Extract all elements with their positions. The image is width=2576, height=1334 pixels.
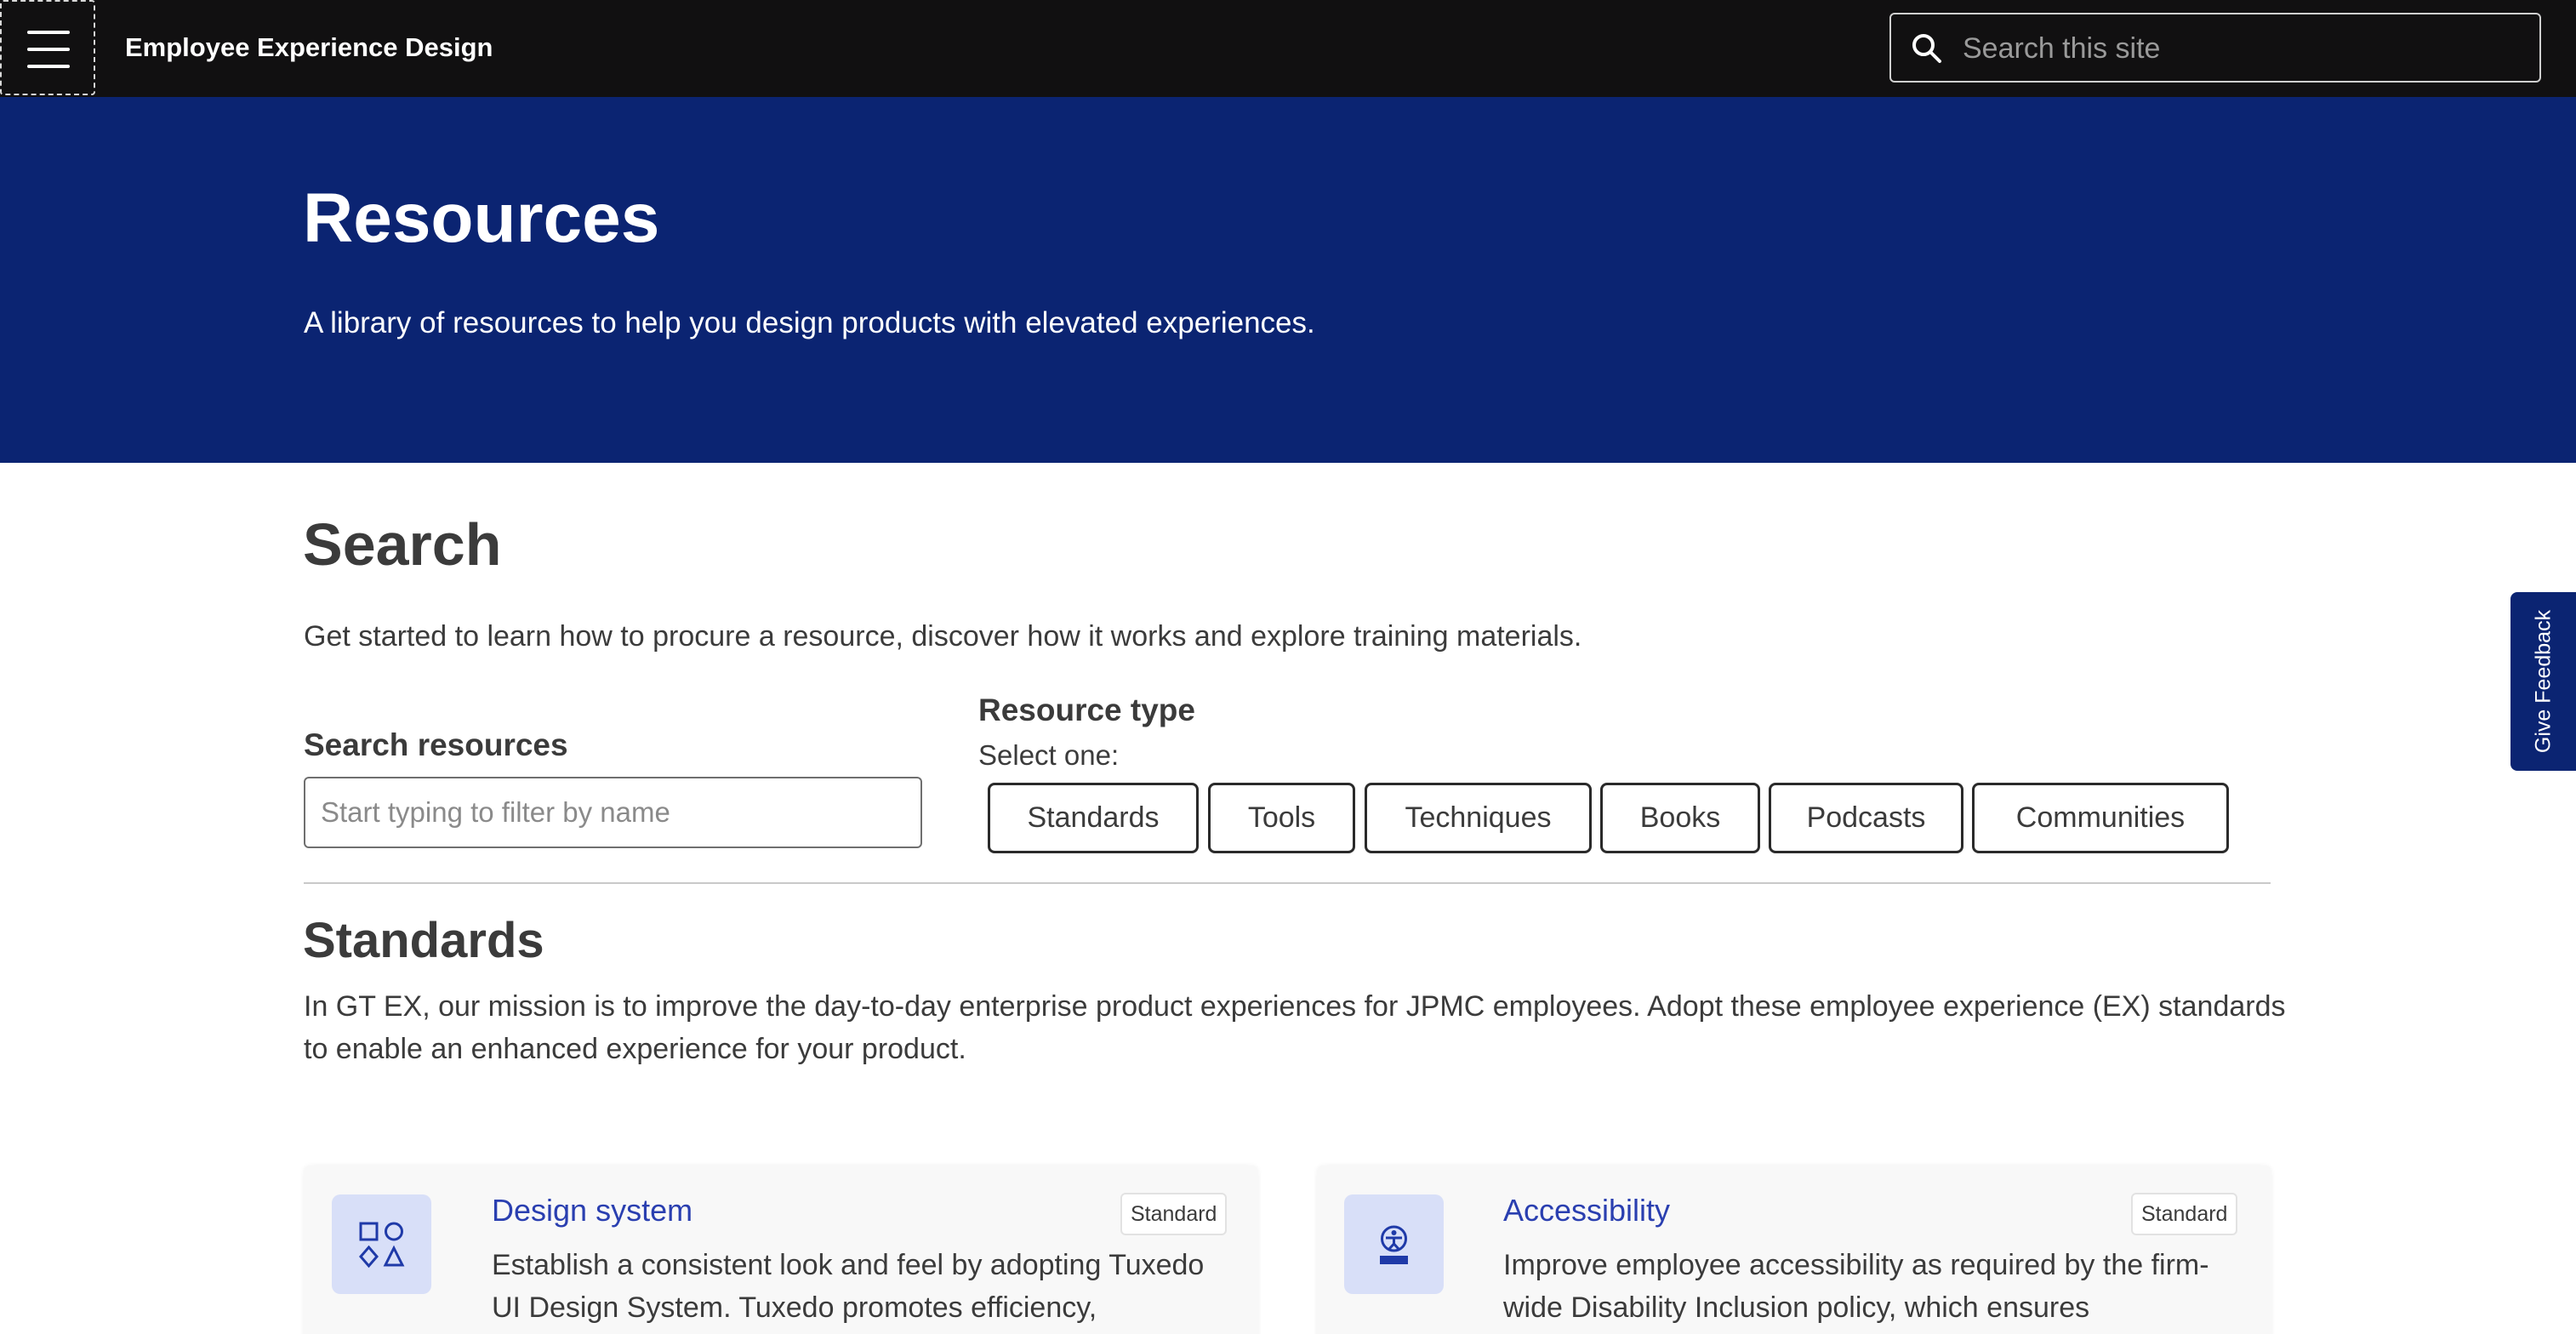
give-feedback-tab[interactable]: Give Feedback <box>2510 592 2576 771</box>
card-type-badge: Standard <box>1120 1193 1228 1235</box>
resource-type-hint: Select one: <box>978 739 1120 771</box>
resource-type-label: Resource type <box>978 693 1195 727</box>
section-divider <box>304 882 2271 884</box>
resource-card-design-system[interactable]: Design system Standard Establish a consi… <box>304 1166 1258 1334</box>
site-search-box[interactable] <box>1889 13 2541 83</box>
resource-card-accessibility[interactable]: Accessibility Standard Improve employee … <box>1317 1166 2271 1334</box>
filter-chip-techniques[interactable]: Techniques <box>1365 783 1592 853</box>
search-section-title: Search <box>303 511 502 578</box>
search-resources-input[interactable] <box>304 777 922 848</box>
search-resources-label: Search resources <box>304 727 568 762</box>
site-title[interactable]: Employee Experience Design <box>125 31 493 65</box>
accessibility-icon <box>1344 1194 1444 1294</box>
top-navigation-bar: Employee Experience Design <box>0 0 2576 97</box>
card-title-link[interactable]: Design system <box>492 1191 692 1230</box>
search-section-description: Get started to learn how to procure a re… <box>304 620 1582 653</box>
card-title-link[interactable]: Accessibility <box>1503 1191 1670 1230</box>
shapes-icon <box>332 1194 431 1294</box>
filter-chip-podcasts[interactable]: Podcasts <box>1769 783 1963 853</box>
site-search-input[interactable] <box>1963 26 2524 71</box>
page-title: Resources <box>303 180 660 257</box>
hamburger-menu-icon-line <box>27 65 70 68</box>
hero-banner: Resources A library of resources to help… <box>0 97 2576 463</box>
card-type-badge: Standard <box>2131 1193 2238 1235</box>
filter-chip-communities[interactable]: Communities <box>1972 783 2229 853</box>
give-feedback-label: Give Feedback <box>2531 609 2555 754</box>
hamburger-menu-icon <box>27 31 70 34</box>
standards-section-description: In GT EX, our mission is to improve the … <box>304 990 2286 1065</box>
hamburger-menu-button[interactable] <box>0 0 95 95</box>
standards-section-title: Standards <box>303 913 544 968</box>
card-description: Establish a consistent look and feel by … <box>492 1249 1205 1324</box>
card-description: Improve employee accessibility as requir… <box>1503 1249 2209 1324</box>
filter-chip-tools[interactable]: Tools <box>1208 783 1355 853</box>
page-subtitle: A library of resources to help you desig… <box>304 306 1315 339</box>
search-icon <box>1912 34 1941 63</box>
hamburger-menu-icon-line <box>27 48 70 51</box>
filter-chip-standards[interactable]: Standards <box>988 783 1199 853</box>
filter-chip-books[interactable]: Books <box>1600 783 1760 853</box>
